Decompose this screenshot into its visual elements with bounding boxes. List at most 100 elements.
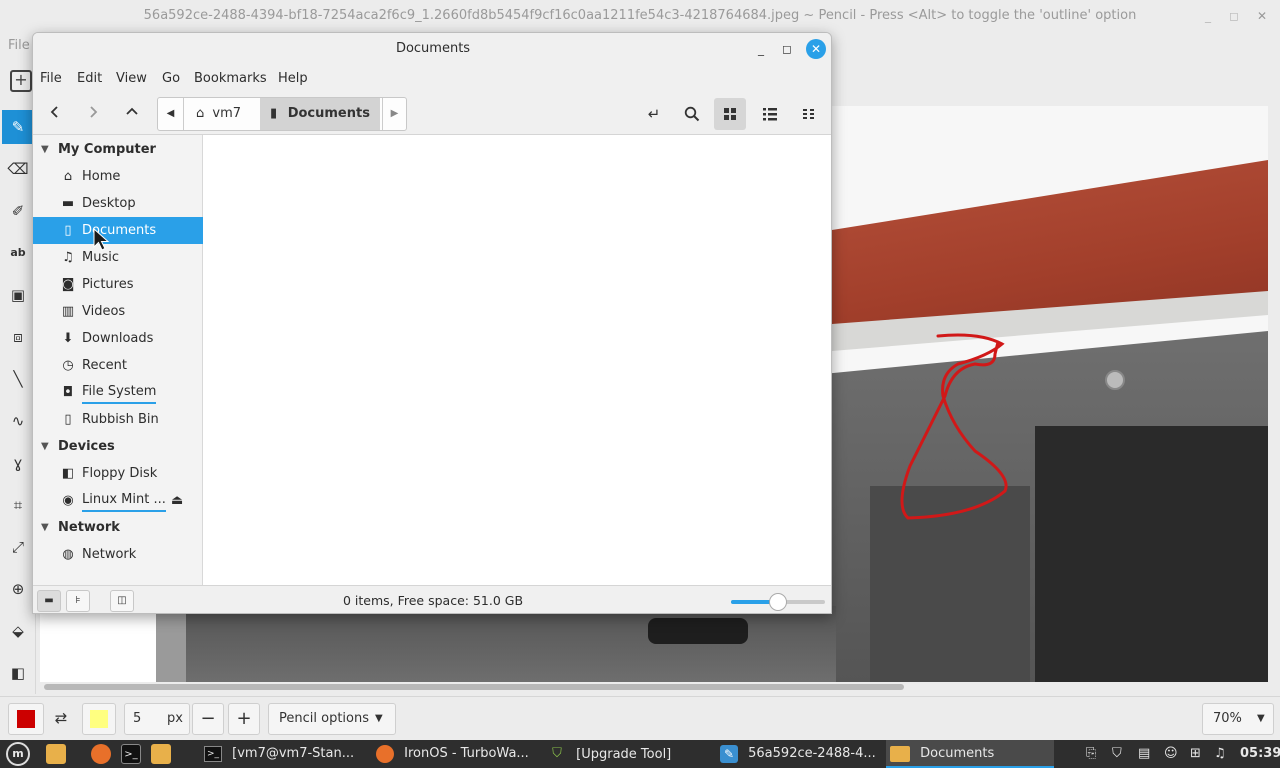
- menu-view[interactable]: View: [116, 71, 147, 86]
- secondary-color-button[interactable]: [82, 703, 116, 735]
- breadcrumb-home[interactable]: ⌂ vm7: [186, 98, 258, 130]
- primary-color-button[interactable]: [8, 703, 44, 735]
- resize-tool-icon[interactable]: ⤢: [2, 530, 34, 564]
- folder-launcher-icon[interactable]: [151, 744, 171, 764]
- search-icon: [684, 106, 700, 122]
- document-icon: ▯: [64, 223, 72, 238]
- home-icon: ⌂: [196, 106, 205, 121]
- sound-tray-icon[interactable]: ♫: [1214, 740, 1226, 768]
- pinta-file-menu[interactable]: File: [8, 38, 30, 53]
- sidebar-item-pictures[interactable]: ◙ Pictures: [33, 271, 203, 298]
- task-upgrade-tool[interactable]: ⛉ [Upgrade Tool]: [544, 740, 712, 768]
- section-my-computer[interactable]: ▼ My Computer: [33, 136, 203, 163]
- tool-options-dropdown[interactable]: Pencil options ▼: [268, 703, 396, 735]
- clone-stamp-tool-icon[interactable]: ⊕: [2, 572, 34, 606]
- zoom-slider[interactable]: [731, 593, 825, 611]
- sidebar-item-desktop[interactable]: ▬ Desktop: [33, 190, 203, 217]
- section-devices[interactable]: ▼ Devices: [33, 433, 203, 460]
- pinta-close-button[interactable]: ✕: [1250, 0, 1274, 32]
- task-pinta[interactable]: ✎ 56a592ce-2488-4...: [716, 740, 884, 768]
- sidebar-item-floppy-disk[interactable]: ◧ Floppy Disk: [33, 460, 203, 487]
- terminal-launcher-icon[interactable]: >_: [121, 744, 141, 764]
- sidebar-item-rubbish-bin[interactable]: ▯ Rubbish Bin: [33, 406, 203, 433]
- toggle-location-entry-button[interactable]: ↵: [638, 98, 670, 130]
- breadcrumb-current-label: Documents: [287, 106, 370, 121]
- menu-file[interactable]: File: [40, 71, 62, 86]
- clipboard-tray-icon[interactable]: ⎘: [1086, 740, 1096, 768]
- clock[interactable]: 05:39: [1240, 740, 1280, 768]
- crop-tool-icon[interactable]: ⌗: [2, 488, 34, 522]
- lasso-tool-icon[interactable]: ɣ: [2, 446, 34, 480]
- compact-view-button[interactable]: [793, 98, 825, 130]
- sidebar-item-linux-mint[interactable]: ◉ Linux Mint ... ⏏: [33, 487, 203, 514]
- arrow-up-icon: [126, 107, 138, 115]
- breadcrumb-right-arrow-icon[interactable]: ▶: [382, 98, 406, 130]
- menu-go[interactable]: Go: [162, 71, 180, 86]
- location-entry-icon: ↵: [647, 105, 661, 123]
- section-network[interactable]: ▼ Network: [33, 514, 203, 541]
- swap-colors-icon[interactable]: ⇄: [46, 703, 76, 735]
- paint-bucket-tool-icon[interactable]: ⬙: [2, 614, 34, 648]
- notes-tray-icon[interactable]: ▤: [1138, 740, 1150, 768]
- sidebar-item-home[interactable]: ⌂ Home: [33, 163, 203, 190]
- pinta-maximize-button[interactable]: ◻: [1222, 0, 1246, 32]
- user-tray-icon[interactable]: ☺: [1164, 740, 1178, 768]
- minimize-button[interactable]: _: [749, 37, 773, 61]
- file-view-area[interactable]: [203, 135, 831, 585]
- secondary-color-swatch: [90, 710, 108, 728]
- task-firefox[interactable]: IronOS - TurboWa...: [372, 740, 540, 768]
- expander-down-icon: ▼: [41, 144, 49, 155]
- eject-icon[interactable]: ⏏: [171, 487, 183, 514]
- compact-view-icon: [803, 109, 814, 119]
- line-tool-icon[interactable]: ╲: [2, 362, 34, 396]
- sidebar-item-downloads[interactable]: ⬇ Downloads: [33, 325, 203, 352]
- brush-width-field[interactable]: 5 px: [124, 703, 190, 735]
- expander-down-icon: ▼: [41, 441, 49, 452]
- network-tray-icon[interactable]: ⊞: [1190, 740, 1201, 768]
- task-terminal[interactable]: >_ [vm7@vm7-Stan...: [200, 740, 368, 768]
- maximize-button[interactable]: ◻: [775, 37, 799, 61]
- rectangle-select-tool-icon[interactable]: ▣: [2, 278, 34, 312]
- search-button[interactable]: [676, 98, 708, 130]
- task-documents[interactable]: Documents: [886, 740, 1054, 768]
- new-image-button[interactable]: +: [10, 70, 32, 92]
- menu-help[interactable]: Help: [278, 71, 308, 86]
- files-launcher-icon[interactable]: [46, 744, 66, 764]
- eraser-tool-icon[interactable]: ⌫: [2, 152, 34, 186]
- floppy-icon: ◧: [61, 466, 75, 481]
- zoom-slider-handle[interactable]: [769, 593, 787, 611]
- back-button[interactable]: [42, 101, 68, 127]
- brush-width-value[interactable]: 5: [133, 711, 141, 726]
- breadcrumb: ◀ ⌂ vm7 ▮ Documents ▶: [157, 97, 407, 131]
- text-tool-icon[interactable]: ab: [2, 236, 34, 270]
- up-button[interactable]: [119, 101, 145, 127]
- breadcrumb-documents[interactable]: ▮ Documents: [260, 98, 380, 130]
- menu-edit[interactable]: Edit: [77, 71, 102, 86]
- forward-button[interactable]: [80, 101, 106, 127]
- menu-bookmarks[interactable]: Bookmarks: [194, 71, 267, 86]
- mint-menu-icon[interactable]: m: [6, 742, 30, 766]
- sidebar-item-videos[interactable]: ▥ Videos: [33, 298, 203, 325]
- sidebar-item-recent[interactable]: ◷ Recent: [33, 352, 203, 379]
- increase-width-button[interactable]: +: [228, 703, 260, 735]
- pinta-minimize-button[interactable]: _: [1196, 0, 1220, 32]
- list-view-button[interactable]: [754, 98, 786, 130]
- sidebar-item-network[interactable]: ◍ Network: [33, 541, 203, 568]
- mouse-cursor-icon: [93, 228, 110, 251]
- pencil-tool-icon[interactable]: ✎: [2, 110, 34, 144]
- canvas-horizontal-scrollbar[interactable]: [44, 684, 904, 690]
- shield-tray-icon[interactable]: ⛉: [1112, 740, 1122, 768]
- curve-tool-icon[interactable]: ∿: [2, 404, 34, 438]
- sidebar-item-documents[interactable]: ▯ Documents: [33, 217, 203, 244]
- close-button[interactable]: ✕: [806, 39, 826, 59]
- sidebar-item-music[interactable]: ♫ Music: [33, 244, 203, 271]
- brush-tool-icon[interactable]: ✐: [2, 194, 34, 228]
- firefox-launcher-icon[interactable]: [91, 744, 111, 764]
- icon-view-button[interactable]: [714, 98, 746, 130]
- move-selection-tool-icon[interactable]: ⧈: [2, 320, 34, 354]
- sidebar-item-file-system[interactable]: ◘ File System: [33, 379, 203, 406]
- gradient-tool-icon[interactable]: ◧: [2, 656, 34, 690]
- breadcrumb-left-arrow-icon[interactable]: ◀: [158, 98, 184, 130]
- decrease-width-button[interactable]: −: [192, 703, 224, 735]
- zoom-dropdown[interactable]: 70% ▼: [1202, 703, 1274, 735]
